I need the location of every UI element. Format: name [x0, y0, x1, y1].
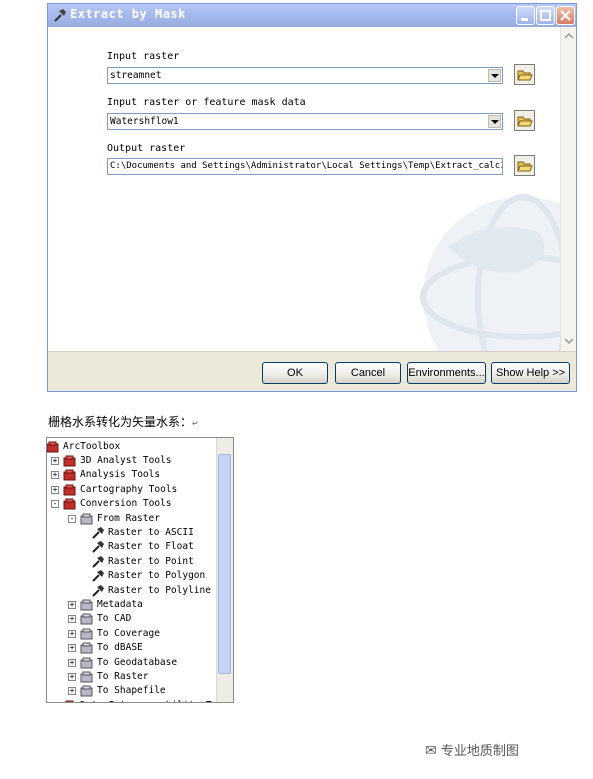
toolset-icon: [80, 599, 93, 611]
minimize-button[interactable]: [516, 6, 535, 25]
open-folder-icon: [517, 70, 533, 81]
dialog-title: Extract by Mask: [70, 7, 186, 21]
ok-button[interactable]: OK: [262, 362, 328, 384]
expand-icon[interactable]: +: [51, 471, 59, 480]
tree-node-label: To Coverage: [97, 627, 160, 639]
expand-icon[interactable]: +: [68, 658, 76, 667]
collapse-icon[interactable]: -: [51, 500, 59, 509]
close-button[interactable]: [556, 6, 575, 25]
dialog-button-bar: OK Cancel Environments... Show Help >>: [48, 351, 576, 391]
tree-scrollbar-thumb[interactable]: [218, 454, 231, 674]
caption-label: 栅格水系转化为矢量水系：: [48, 415, 193, 429]
expand-icon[interactable]: +: [68, 687, 76, 696]
tree-node-label: Conversion Tools: [80, 498, 172, 510]
scroll-up-icon[interactable]: [562, 29, 576, 43]
toolbox-icon: [47, 441, 59, 453]
tree-node-label: ArcToolbox: [63, 441, 121, 452]
environments-button[interactable]: Environments...: [407, 362, 486, 384]
tree-node-label: To Raster: [97, 671, 149, 682]
output-raster-label: Output raster: [107, 143, 186, 154]
open-folder-icon: [517, 116, 533, 127]
toolset-icon: [80, 628, 93, 640]
browse-input-raster-button[interactable]: [514, 64, 535, 85]
toolset-icon: [80, 671, 93, 683]
expand-icon[interactable]: +: [51, 701, 59, 702]
browse-output-raster-button[interactable]: [514, 155, 535, 176]
extract-by-mask-dialog: Extract by Mask Input raster streamnet I…: [47, 3, 577, 392]
tree-node-label: Raster to ASCII: [108, 527, 194, 538]
tree-node-label: Analysis Tools: [80, 469, 161, 481]
toolbox-icon: [63, 498, 76, 510]
dialog-parameters-pane: Input raster streamnet Input raster or f…: [48, 27, 576, 351]
tree-node-label: To Geodatabase: [97, 656, 178, 668]
cancel-button[interactable]: Cancel: [335, 362, 401, 384]
tree-node-label: 3D Analyst Tools: [80, 455, 172, 466]
expand-icon[interactable]: +: [68, 615, 76, 624]
dialog-vertical-scrollbar[interactable]: [560, 27, 576, 351]
expand-icon[interactable]: +: [68, 644, 76, 653]
chevron-down-icon[interactable]: [488, 115, 501, 128]
tree-node-label: To dBASE: [97, 642, 143, 654]
hammer-icon: [92, 584, 104, 597]
minimize-icon: [521, 18, 528, 21]
chat-icon: ✉: [425, 743, 437, 759]
toolbox-icon: [65, 700, 74, 702]
tree-node-label: Raster to Point: [108, 555, 194, 567]
hammer-icon: [92, 541, 104, 554]
toolset-icon: [80, 613, 93, 625]
expand-icon[interactable]: +: [68, 673, 76, 681]
expand-icon[interactable]: +: [51, 485, 59, 494]
mask-data-combo[interactable]: Watershflow1: [107, 113, 503, 130]
toolbox-icon: [63, 469, 76, 481]
arctoolbox-tree: ArcToolbox +3D Analyst Tools + Analysis Too…: [46, 437, 234, 703]
tree-node-label: To Shapefile: [97, 685, 166, 697]
input-raster-combo[interactable]: streamnet: [107, 67, 503, 84]
close-icon: [560, 10, 571, 21]
toolbox-icon: [63, 455, 76, 467]
browse-mask-data-button[interactable]: [514, 110, 535, 131]
caption-text: 栅格水系转化为矢量水系：↵: [48, 413, 199, 430]
input-raster-value: streamnet: [110, 70, 162, 81]
maximize-icon: [540, 10, 551, 21]
show-help-button[interactable]: Show Help >>: [491, 362, 570, 384]
toolset-icon: [80, 685, 93, 697]
toolset-icon: [80, 657, 93, 669]
footer-text: 专业地质制图: [440, 744, 519, 759]
mask-data-label: Input raster or feature mask data: [107, 97, 306, 108]
tree-node-label: Data Interoperability T: [80, 699, 212, 702]
tree-node-label: From Raster: [97, 512, 160, 524]
chevron-down-icon[interactable]: [488, 69, 501, 82]
maximize-button[interactable]: [536, 6, 555, 25]
input-raster-label: Input raster: [107, 51, 180, 62]
globe-watermark-icon: [420, 194, 576, 351]
toolset-icon: [80, 642, 93, 654]
hammer-icon: [92, 555, 104, 568]
tree-node-label: Cartography Tools: [80, 483, 178, 495]
output-raster-field[interactable]: C:\Documents and Settings\Administrator\…: [107, 158, 503, 175]
expand-icon[interactable]: +: [68, 629, 76, 638]
mask-data-value: Watershflow1: [110, 116, 179, 127]
toolbox-icon: [63, 484, 76, 496]
tree-node-label: Metadata: [97, 599, 143, 610]
hammer-icon: [92, 570, 104, 582]
scroll-down-icon[interactable]: [562, 334, 576, 348]
hammer-icon: [92, 527, 104, 539]
expand-icon[interactable]: +: [68, 601, 76, 609]
tree-node-label: To CAD: [97, 613, 132, 625]
caption-return-mark: ↵: [192, 419, 199, 428]
dialog-title-bar[interactable]: Extract by Mask: [48, 4, 576, 27]
hammer-icon: [54, 9, 66, 22]
open-folder-icon: [517, 161, 533, 172]
tree-node-label: Raster to Polyline: [108, 584, 211, 596]
expand-icon[interactable]: +: [51, 457, 59, 465]
tree-node-label: Raster to Float: [108, 541, 194, 553]
collapse-icon[interactable]: -: [68, 514, 76, 523]
toolset-icon: [80, 513, 93, 525]
footer-watermark: ✉ 专业地质制图: [425, 740, 519, 759]
tree-node-label: Raster to Polygon: [108, 570, 206, 582]
output-raster-value: C:\Documents and Settings\Administrator\…: [110, 161, 503, 171]
